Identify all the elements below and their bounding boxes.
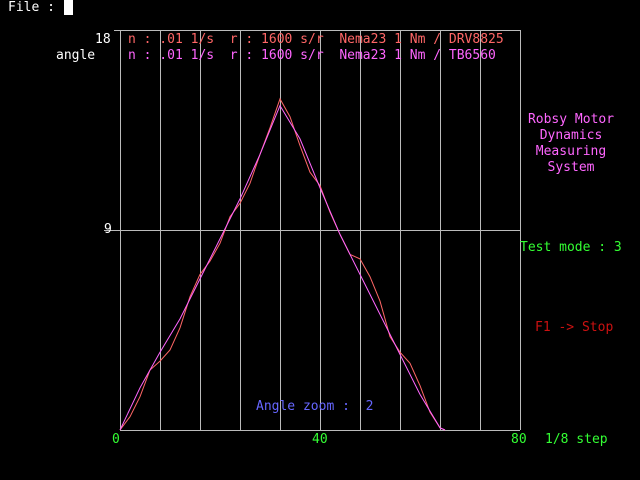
app-title-line: Robsy Motor [527,112,615,127]
x-tick-80: 80 [511,432,527,447]
app-title-line: Measuring [535,144,607,159]
chart-grid [104,30,521,431]
y-axis-label: angle [56,48,96,63]
series-tb6560-line [119,104,446,431]
x-tick-40: 40 [312,432,328,447]
app-title-line: System [547,160,595,175]
legend-drv8825: n : .01 1/s r : 1600 s/r Nema23 1 Nm / D… [128,32,504,47]
text-cursor[interactable] [64,0,73,15]
chart-lines [119,97,446,431]
angle-zoom-status: Angle zoom : 2 [256,399,374,414]
y-tick-18: 18 [95,32,111,47]
x-axis-label: 1/8 step [545,432,608,447]
app-title-line: Dynamics [539,128,603,143]
y-tick-9: 9 [104,222,112,237]
file-menu-label[interactable]: File : [8,0,55,16]
app-title: Robsy Motor Dynamics Measuring System [516,112,626,176]
series-drv8825-line [119,97,446,431]
test-mode-status: Test mode : 3 [520,240,622,255]
f1-stop-hint: F1 -> Stop [535,320,614,335]
x-tick-0: 0 [112,432,120,447]
legend-tb6560: n : .01 1/s r : 1600 s/r Nema23 1 Nm / T… [128,48,496,63]
